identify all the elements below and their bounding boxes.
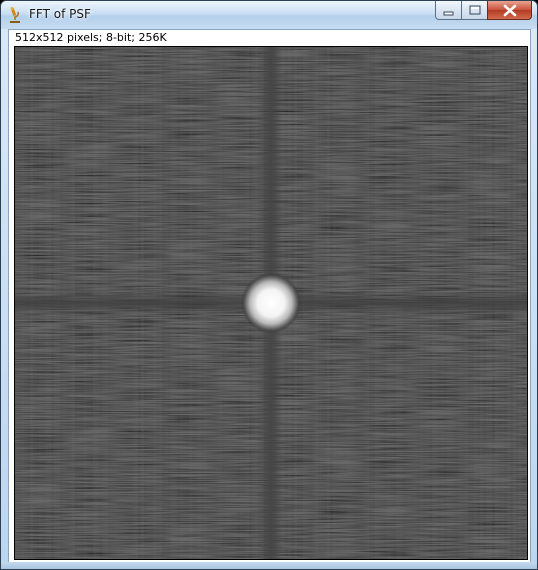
close-icon bbox=[503, 4, 517, 17]
window-controls bbox=[435, 1, 532, 20]
image-window: FFT of PSF 512x512 pixels; 8-bit; 256K bbox=[0, 0, 538, 570]
title-bar[interactable]: FFT of PSF bbox=[1, 1, 537, 29]
microscope-icon bbox=[10, 7, 20, 23]
image-canvas[interactable] bbox=[14, 46, 528, 560]
center-spot bbox=[241, 273, 301, 333]
minimize-button[interactable] bbox=[435, 1, 461, 20]
fft-spectrum-image bbox=[15, 47, 527, 559]
image-info-label: 512x512 pixels; 8-bit; 256K bbox=[15, 31, 167, 44]
close-button[interactable] bbox=[487, 1, 532, 20]
image-panel: 512x512 pixels; 8-bit; 256K bbox=[8, 29, 531, 563]
window-bottom-edge bbox=[1, 562, 537, 569]
maximize-button[interactable] bbox=[461, 1, 487, 20]
minimize-icon bbox=[443, 11, 454, 16]
window-title: FFT of PSF bbox=[29, 7, 91, 21]
maximize-icon bbox=[469, 5, 481, 15]
